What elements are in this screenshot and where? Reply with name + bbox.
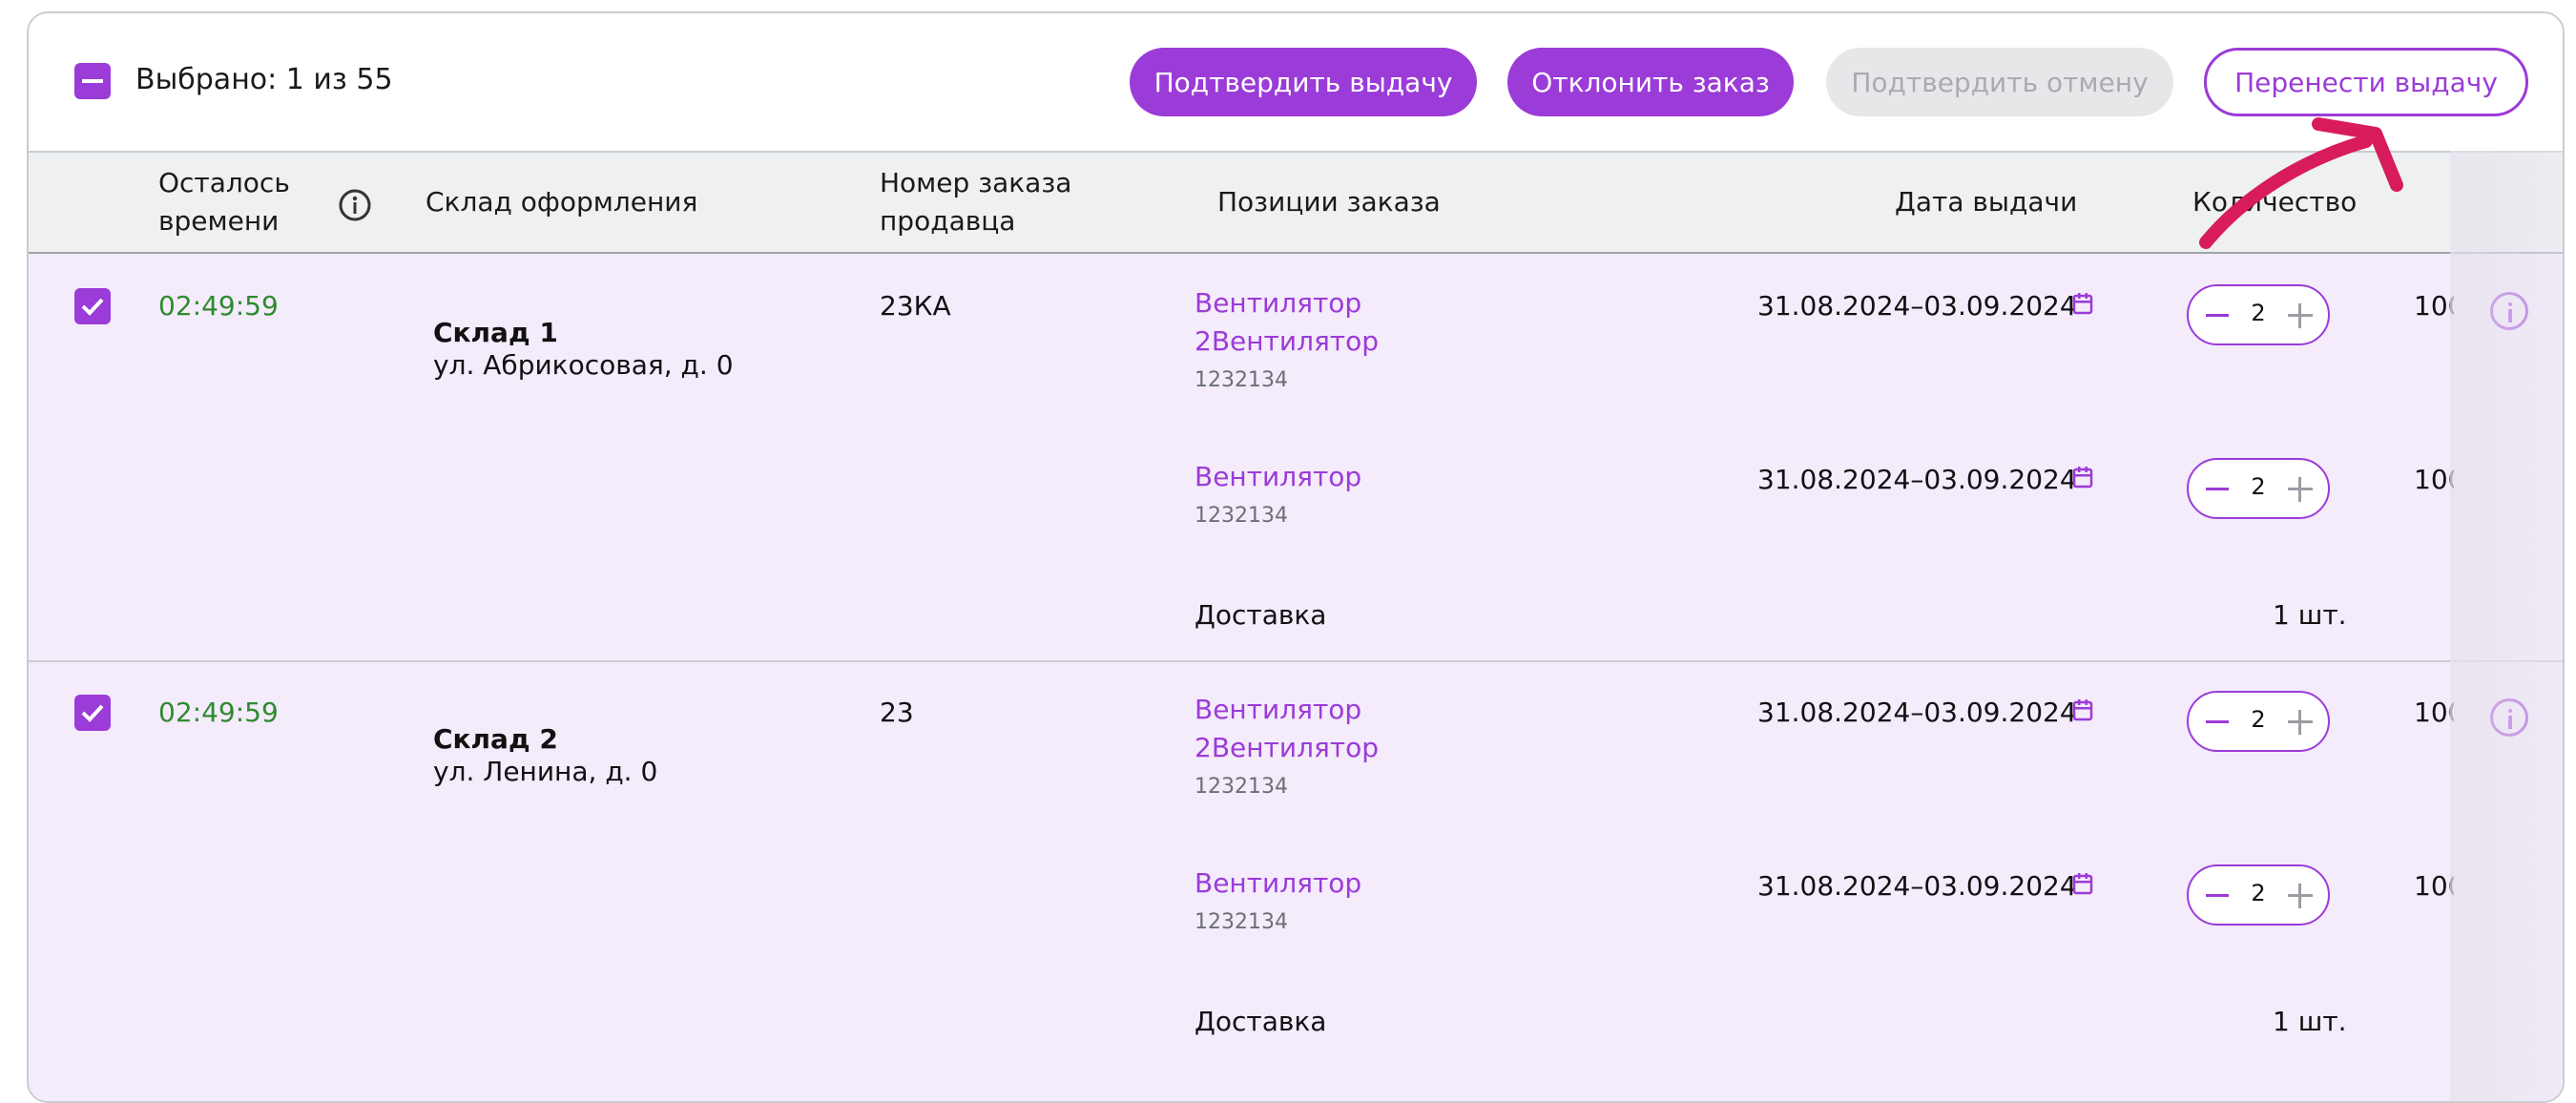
item-sku: 1232134 <box>1195 775 1288 799</box>
item-link[interactable]: Вентилятор <box>1195 284 1361 323</box>
row-checkbox[interactable] <box>74 288 111 324</box>
check-icon <box>81 704 104 722</box>
seller-order-number: 23 <box>880 697 914 728</box>
order-row: 02:49:59 Склад 2 ул. Ленина, д. 0 23 Вен… <box>29 662 2563 1101</box>
table-header: Осталось времени Склад оформления Номер … <box>29 151 2563 254</box>
confirm-cancel-button[interactable]: Подтвердить отмену <box>1826 48 2173 116</box>
calendar-icon[interactable] <box>2072 292 2093 315</box>
time-left: 02:49:59 <box>158 697 279 728</box>
header-positions: Позиции заказа <box>1217 186 1441 218</box>
issue-date: 31.08.2024–03.09.2024 <box>1757 870 2077 902</box>
price: 100 <box>2414 290 2454 322</box>
item-link[interactable]: Вентилятор <box>1195 864 1361 903</box>
plus-icon[interactable] <box>2288 884 2313 908</box>
quantity-stepper[interactable]: 2 <box>2187 691 2330 752</box>
calendar-icon[interactable] <box>2072 466 2093 489</box>
delivery-quantity: 1 шт. <box>2273 1006 2347 1037</box>
time-left: 02:49:59 <box>158 290 279 322</box>
header-seller-order: Номер заказа продавца <box>880 167 1072 237</box>
issue-date: 31.08.2024–03.09.2024 <box>1757 697 2077 728</box>
scroll-shadow <box>2450 151 2563 1101</box>
item-sku: 1232134 <box>1195 368 1288 392</box>
plus-icon[interactable] <box>2288 303 2313 328</box>
plus-icon[interactable] <box>2288 477 2313 502</box>
calendar-icon[interactable] <box>2072 872 2093 895</box>
header-issue-date: Дата выдачи <box>1895 186 2078 218</box>
item-sku: 1232134 <box>1195 910 1288 934</box>
delivery-label: Доставка <box>1195 1006 1327 1037</box>
warehouse-address: ул. Ленина, д. 0 <box>433 756 658 787</box>
row-checkbox[interactable] <box>74 695 111 731</box>
confirm-issue-button[interactable]: Подтвердить выдачу <box>1130 48 1477 116</box>
issue-date: 31.08.2024–03.09.2024 <box>1757 290 2077 322</box>
minus-icon <box>82 79 103 83</box>
quantity-stepper[interactable]: 2 <box>2187 284 2330 345</box>
select-all-checkbox[interactable] <box>74 63 111 99</box>
price: 100 <box>2414 697 2454 728</box>
warehouse-name: Склад 2 <box>433 723 558 755</box>
header-time-left: Осталось времени <box>158 167 290 237</box>
selection-count: Выбрано: 1 из 55 <box>135 63 393 96</box>
annotation-arrow-icon <box>2199 117 2403 249</box>
reject-order-button[interactable]: Отклонить заказ <box>1507 48 1794 116</box>
item-link[interactable]: Вентилятор <box>1195 691 1361 729</box>
delivery-quantity: 1 шт. <box>2273 599 2347 631</box>
delivery-label: Доставка <box>1195 599 1327 631</box>
item-link[interactable]: 2Вентилятор <box>1195 323 1379 361</box>
price: 100 <box>2414 464 2454 495</box>
item-sku: 1232134 <box>1195 504 1288 528</box>
item-link[interactable]: 2Вентилятор <box>1195 729 1379 767</box>
calendar-icon[interactable] <box>2072 698 2093 721</box>
quantity-stepper[interactable]: 2 <box>2187 864 2330 926</box>
info-icon[interactable] <box>338 188 372 222</box>
orders-panel: Выбрано: 1 из 55 Подтвердить выдачу Откл… <box>27 11 2565 1103</box>
quantity-stepper[interactable]: 2 <box>2187 458 2330 519</box>
issue-date: 31.08.2024–03.09.2024 <box>1757 464 2077 495</box>
seller-order-number: 23КА <box>880 290 951 322</box>
price: 100 <box>2414 870 2454 902</box>
check-icon <box>81 298 104 316</box>
selection-toolbar: Выбрано: 1 из 55 Подтвердить выдачу Откл… <box>29 13 2563 151</box>
header-warehouse: Склад оформления <box>426 186 698 218</box>
order-row: 02:49:59 Склад 1 ул. Абрикосовая, д. 0 2… <box>29 254 2563 662</box>
plus-icon[interactable] <box>2288 710 2313 735</box>
item-link[interactable]: Вентилятор <box>1195 458 1361 496</box>
warehouse-address: ул. Абрикосовая, д. 0 <box>433 349 734 381</box>
warehouse-name: Склад 1 <box>433 317 558 348</box>
